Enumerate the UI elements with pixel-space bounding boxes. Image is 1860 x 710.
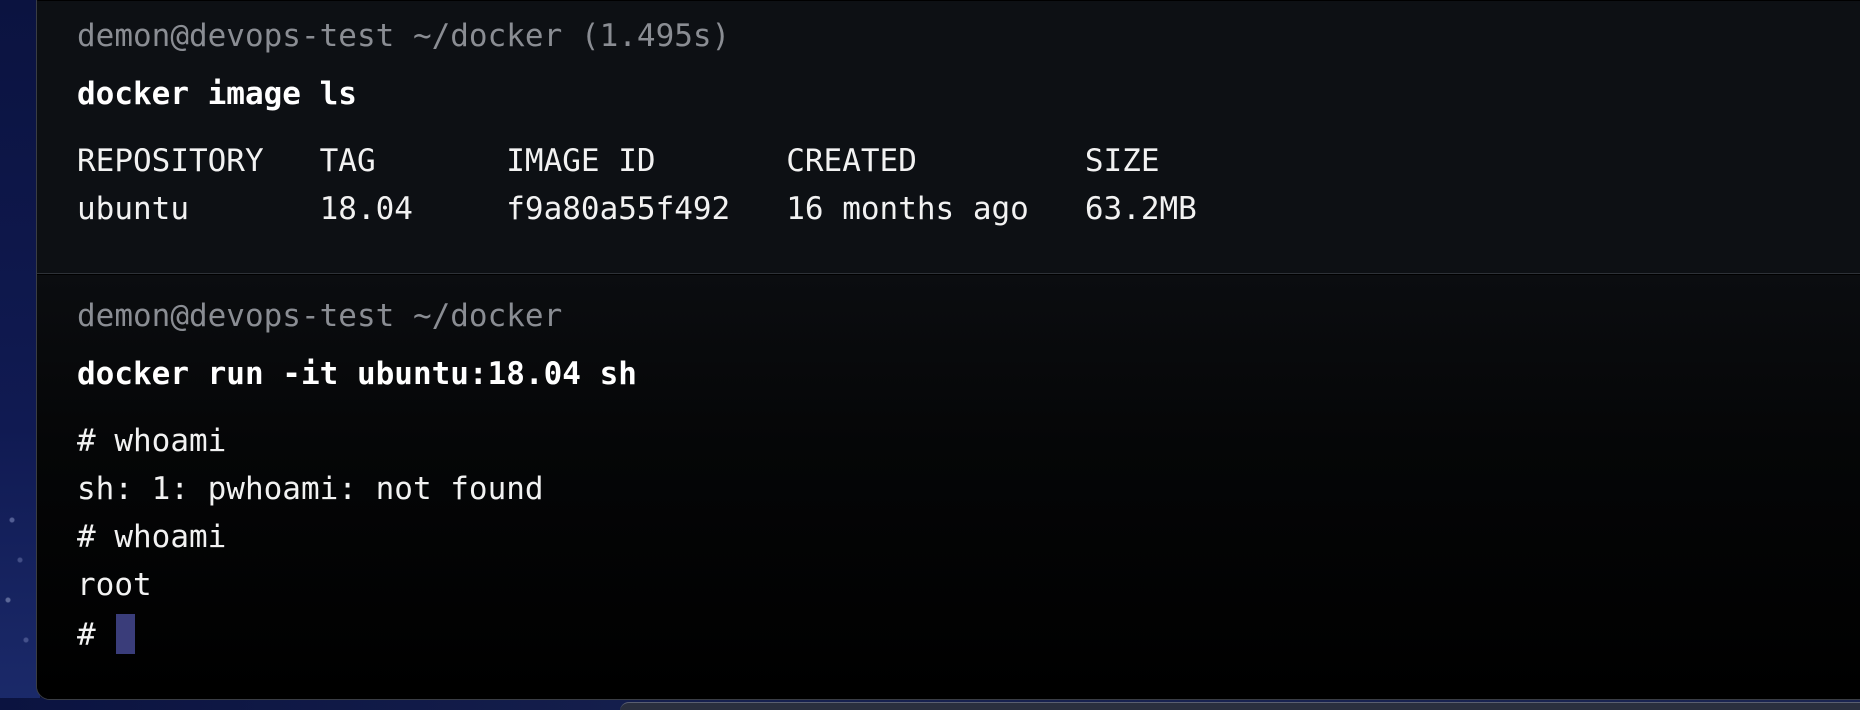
shell-prompt: #: [77, 617, 96, 653]
active-input-line[interactable]: #: [77, 614, 136, 654]
block-prompt: demon@devops-test ~/docker: [77, 298, 563, 334]
output-line: # whoami: [77, 423, 227, 459]
output-line: sh: 1: pwhoami: not found: [77, 471, 544, 507]
block-prompt: demon@devops-test ~/docker (1.495s): [77, 18, 731, 54]
output-table-row: ubuntu 18.04 f9a80a55f492 16 months ago …: [77, 191, 1197, 227]
output-line: root: [77, 567, 152, 603]
command-block-docker-image-ls[interactable]: demon@devops-test ~/docker (1.495s) dock…: [37, 1, 1860, 274]
text-cursor[interactable]: [116, 614, 136, 654]
terminal-window[interactable]: demon@devops-test ~/docker (1.495s) dock…: [36, 0, 1860, 700]
output-line: # whoami: [77, 519, 227, 555]
command-block-docker-run[interactable]: demon@devops-test ~/docker docker run -i…: [37, 275, 1860, 699]
desktop-wallpaper: [0, 0, 40, 710]
block-command: docker image ls: [77, 76, 357, 112]
block-command: docker run -it ubuntu:18.04 sh: [77, 356, 637, 392]
output-table-header: REPOSITORY TAG IMAGE ID CREATED SIZE: [77, 143, 1160, 179]
